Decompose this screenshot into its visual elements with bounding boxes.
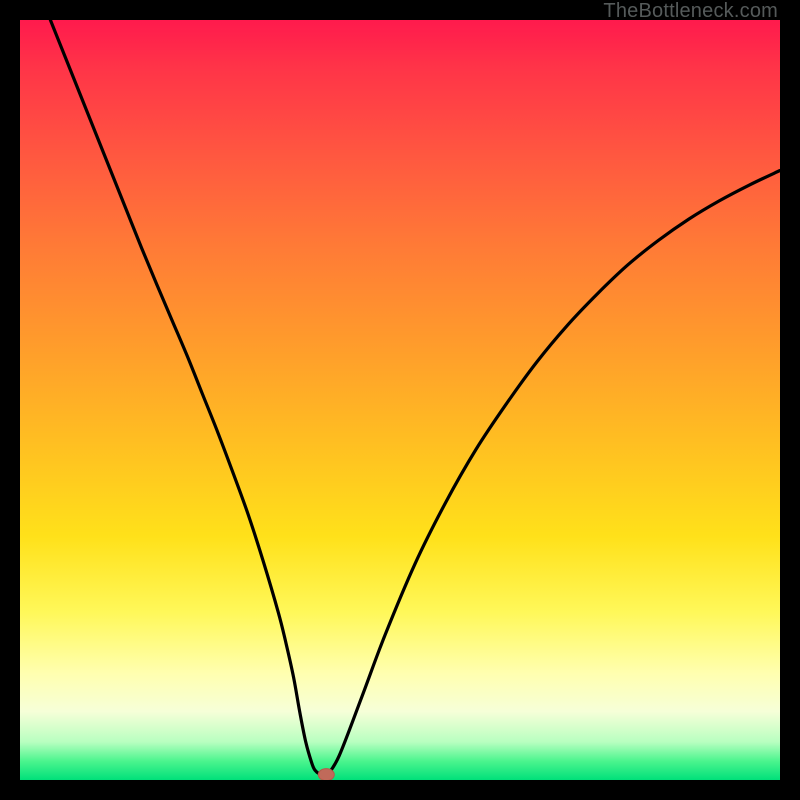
plot-area [20,20,780,780]
curve-svg [20,20,780,780]
bottleneck-curve [50,20,780,777]
minimum-marker [318,769,334,780]
chart-frame: TheBottleneck.com [0,0,800,800]
